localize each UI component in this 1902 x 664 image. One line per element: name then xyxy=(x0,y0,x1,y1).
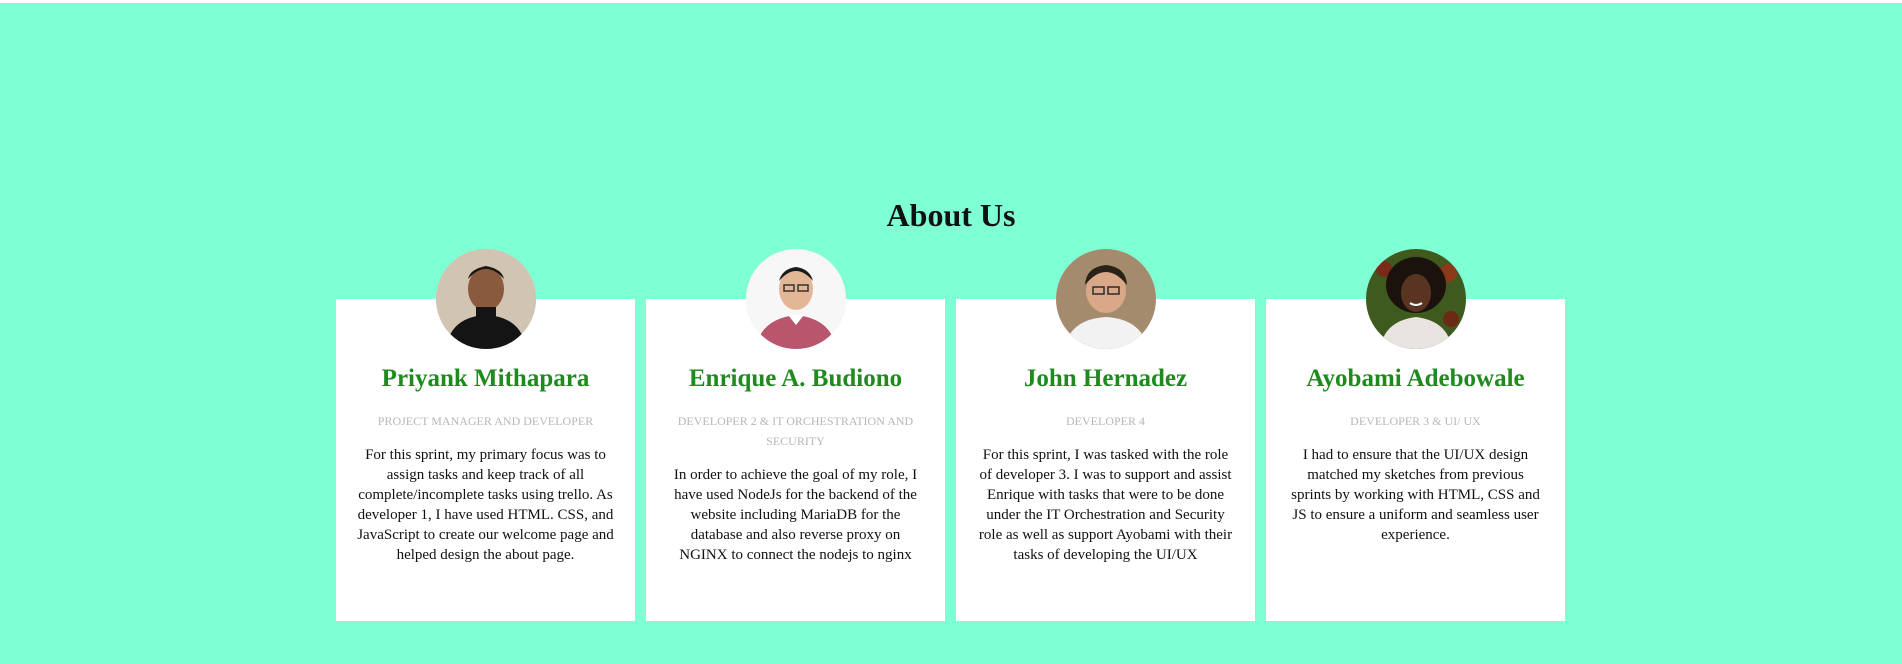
team-cards: Priyank Mithapara PROJECT MANAGER AND DE… xyxy=(336,249,1567,623)
member-role: DEVELOPER 3 & UI/ UX xyxy=(1350,414,1481,428)
team-card-ayobami: Ayobami Adebowale DEVELOPER 3 & UI/ UX I… xyxy=(1266,249,1565,621)
person-photo-icon xyxy=(1366,249,1466,349)
person-photo-icon xyxy=(746,249,846,349)
page-title: About Us xyxy=(886,197,1016,233)
member-bio: For this sprint, I was tasked with the r… xyxy=(978,447,1233,563)
member-bio: In order to achieve the goal of my role,… xyxy=(673,467,918,563)
person-photo-icon xyxy=(436,249,536,349)
member-name: John Hernadez xyxy=(1023,365,1188,392)
team-card-john: John Hernadez DEVELOPER 4 For this sprin… xyxy=(956,249,1255,621)
about-page: About Us Priyank Mithapara PROJECT MANAG… xyxy=(0,0,1902,664)
member-name: Ayobami Adebowale xyxy=(1306,365,1525,392)
avatar xyxy=(746,249,846,349)
avatar xyxy=(1366,249,1466,349)
member-role: DEVELOPER 4 xyxy=(1066,414,1145,428)
team-card-enrique: Enrique A. Budiono DEVELOPER 2 & IT ORCH… xyxy=(646,249,945,621)
member-name: Priyank Mithapara xyxy=(381,365,590,392)
member-bio: I had to ensure that the UI/UX design ma… xyxy=(1291,447,1540,543)
avatar xyxy=(436,249,536,349)
member-role: DEVELOPER 2 & IT ORCHESTRATION AND SECUR… xyxy=(677,414,914,448)
member-bio: For this sprint, my primary focus was to… xyxy=(357,447,614,563)
avatar xyxy=(1056,249,1156,349)
member-name: Enrique A. Budiono xyxy=(688,365,903,392)
person-photo-icon xyxy=(1056,249,1156,349)
member-role: PROJECT MANAGER AND DEVELOPER xyxy=(377,414,594,428)
team-card-priyank: Priyank Mithapara PROJECT MANAGER AND DE… xyxy=(336,249,635,621)
